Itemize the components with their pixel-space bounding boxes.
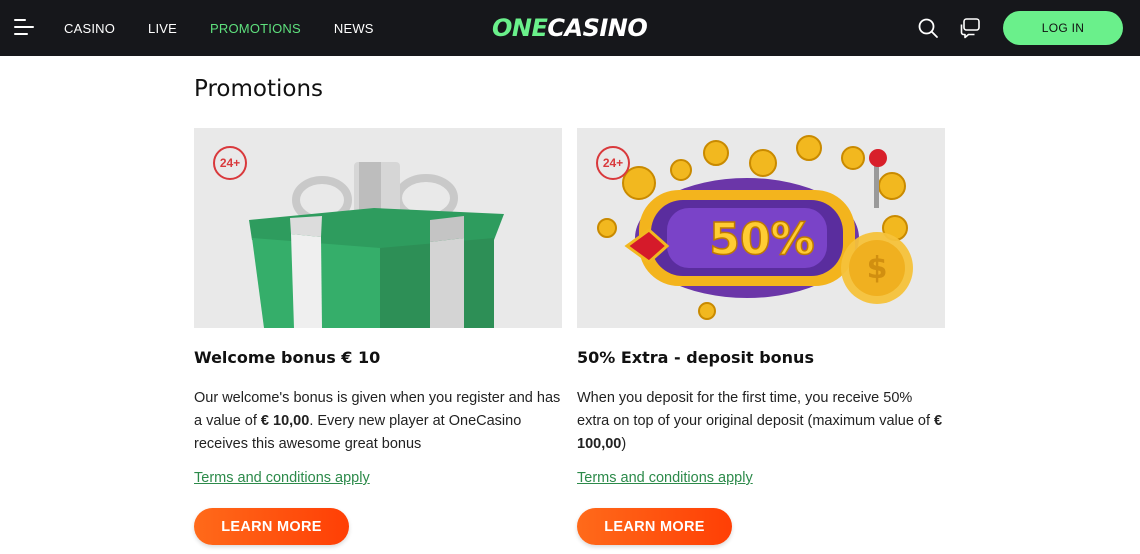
terms-link[interactable]: Terms and conditions apply: [577, 470, 753, 486]
nav-news[interactable]: NEWS: [334, 21, 374, 36]
learn-more-button[interactable]: LEARN MORE: [577, 508, 732, 545]
gift-box-icon: [194, 128, 562, 328]
promotion-description: Our welcome's bonus is given when you re…: [194, 390, 561, 452]
main-nav: CASINO LIVE PROMOTIONS NEWS: [64, 0, 407, 56]
top-navigation-bar: CASINO LIVE PROMOTIONS NEWS ONE CASINO LO…: [0, 0, 1140, 56]
age-restriction-badge: 24+: [596, 146, 630, 180]
promotion-title: 50% Extra - deposit bonus: [577, 348, 814, 367]
learn-more-button[interactable]: LEARN MORE: [194, 508, 349, 545]
page-title: Promotions: [194, 76, 324, 102]
promotion-image-gift[interactable]: 24+: [194, 128, 562, 328]
onecasino-logo[interactable]: ONE CASINO: [492, 12, 648, 44]
promotion-card-deposit: 50% $ 24+ 50% Extra - deposit bonus When…: [577, 128, 945, 545]
nav-casino[interactable]: CASINO: [64, 21, 115, 36]
svg-text:$: $: [867, 251, 888, 286]
nav-promotions[interactable]: PROMOTIONS: [210, 21, 301, 36]
terms-link[interactable]: Terms and conditions apply: [194, 470, 370, 486]
slot-machine-coins-icon: 50% $: [577, 128, 945, 328]
promotion-title: Welcome bonus € 10: [194, 348, 381, 367]
promotion-description: When you deposit for the first time, you…: [577, 390, 943, 452]
logo-one-text: ONE: [492, 14, 548, 42]
promotion-card-welcome: 24+ Welcome bonus € 10 Our welcome's bon…: [194, 128, 562, 545]
logo-casino-text: CASINO: [547, 14, 648, 42]
hamburger-menu-icon[interactable]: [14, 16, 38, 38]
login-button[interactable]: LOG IN: [1003, 11, 1123, 45]
svg-text:50%: 50%: [709, 214, 814, 265]
chat-icon[interactable]: [958, 16, 982, 40]
promotion-image-slot[interactable]: 50% $ 24+: [577, 128, 945, 328]
search-icon[interactable]: [916, 16, 940, 40]
nav-live[interactable]: LIVE: [148, 21, 177, 36]
age-restriction-badge: 24+: [213, 146, 247, 180]
